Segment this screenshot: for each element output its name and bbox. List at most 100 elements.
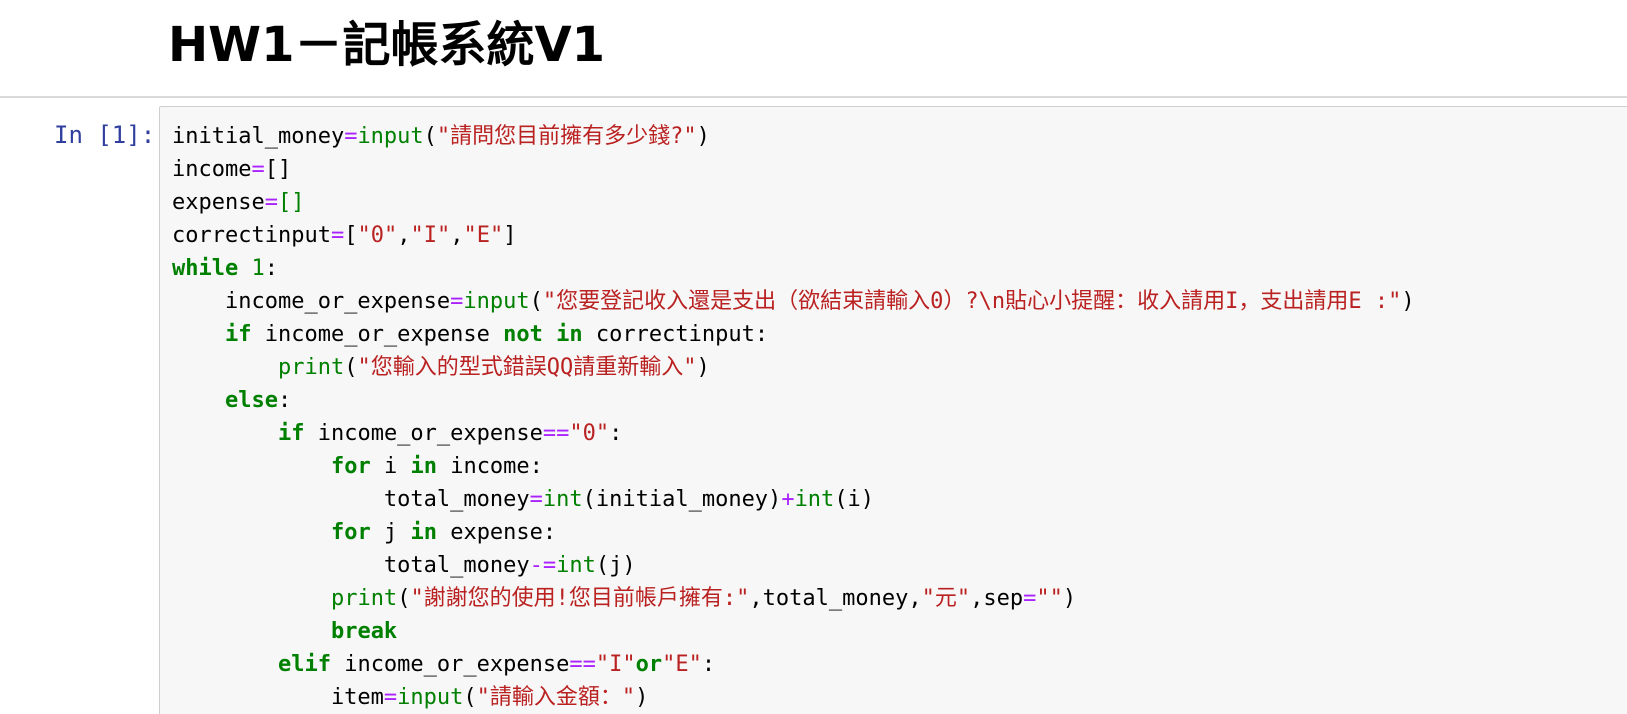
- code-text: (i): [834, 487, 875, 512]
- code-builtin: print: [277, 355, 345, 380]
- code-operator: =: [344, 124, 358, 149]
- code-bracket: []: [277, 190, 305, 215]
- code-text: income_or_expense: [251, 322, 504, 347]
- code-string: "I": [410, 223, 451, 248]
- code-text: correctinput:: [582, 322, 769, 347]
- code-line: income_or_expense=input("您要登記收入還是支出（欲結束請…: [172, 285, 1415, 318]
- code-line: for i in income:: [172, 450, 1415, 483]
- code-builtin: print: [330, 586, 398, 611]
- code-builtin: input: [397, 685, 464, 710]
- code-line: break: [172, 615, 1415, 648]
- code-text: (j): [595, 553, 636, 578]
- code-text: ): [635, 685, 649, 710]
- code-keyword: in: [410, 454, 437, 479]
- code-text: (initial_money): [582, 487, 782, 512]
- code-number: 1: [251, 256, 265, 281]
- code-string: "I": [595, 652, 636, 677]
- code-text: i: [370, 454, 411, 479]
- code-string: "請輸入金額：": [476, 685, 636, 710]
- code-operator: ==: [542, 421, 570, 446]
- code-text: item: [172, 685, 384, 710]
- code-line: item=input("請輸入金額："): [172, 681, 1415, 714]
- code-keyword: else: [224, 388, 278, 413]
- cell-prompt: In [1]:: [54, 121, 156, 149]
- code-text: ): [696, 124, 710, 149]
- code-line: for j in expense:: [172, 516, 1415, 549]
- code-operator: =: [529, 487, 543, 512]
- code-operator: -=: [529, 553, 557, 578]
- code-text: (: [463, 685, 477, 710]
- code-operator: ==: [569, 652, 596, 677]
- code-builtin: input: [357, 124, 424, 149]
- code-builtin: int: [542, 487, 583, 512]
- code-text: income_or_expense: [304, 421, 543, 446]
- code-operator: =: [251, 157, 265, 182]
- code-operator: =: [383, 685, 398, 710]
- code-text: (: [529, 289, 543, 314]
- code-keyword: elif: [277, 652, 331, 677]
- code-text: ): [1401, 289, 1415, 314]
- code-text: ]: [503, 223, 517, 248]
- code-text: expense:: [436, 520, 557, 545]
- code-operator: =: [450, 289, 464, 314]
- code-line: if income_or_expense not in correctinput…: [172, 318, 1415, 351]
- code-keyword: for: [330, 520, 371, 545]
- code-keyword: or: [635, 652, 663, 677]
- code-string: "0": [569, 421, 610, 446]
- code-keyword: while: [172, 256, 239, 281]
- code-keyword: in: [410, 520, 437, 545]
- code-keyword: break: [330, 619, 398, 644]
- code-string: "0": [357, 223, 398, 248]
- code-text: [: [344, 223, 358, 248]
- code-line: total_money-=int(j): [172, 549, 1415, 582]
- code-string: "E": [463, 223, 504, 248]
- code-block: initial_money=input("請問您目前擁有多少錢?") income…: [172, 120, 1415, 714]
- code-line: print("謝謝您的使用!您目前帳戶擁有:",total_money,"元",…: [172, 582, 1415, 615]
- code-operator: =: [1023, 586, 1037, 611]
- code-builtin: input: [463, 289, 530, 314]
- code-line: print("您輸入的型式錯誤QQ請重新輸入"): [172, 351, 1415, 384]
- code-operator: +: [781, 487, 795, 512]
- code-line: correctinput=["0","I","E"]: [172, 219, 1415, 252]
- code-text: ,total_money,: [749, 586, 922, 611]
- code-text: correctinput: [172, 223, 331, 248]
- notebook-title: HW1－記帳系統V1: [168, 17, 606, 73]
- code-string: "請問您目前擁有多少錢?": [436, 124, 697, 149]
- code-text: initial_money: [172, 124, 345, 149]
- code-text: (: [423, 124, 437, 149]
- code-text: :: [609, 421, 623, 446]
- code-text: (: [344, 355, 358, 380]
- code-text: income_or_expense: [172, 289, 451, 314]
- code-line: income=[]: [172, 153, 1415, 186]
- code-string: "謝謝您的使用!您目前帳戶擁有:": [410, 586, 750, 611]
- code-editor[interactable]: initial_money=input("請問您目前擁有多少錢?") income…: [159, 106, 1627, 714]
- code-string: "您輸入的型式錯誤QQ請重新輸入": [357, 355, 697, 380]
- code-text: ): [1062, 586, 1077, 611]
- code-string: "元": [921, 586, 971, 611]
- code-line: else:: [172, 384, 1415, 417]
- code-operator: =: [264, 190, 278, 215]
- code-text: ,: [450, 223, 464, 248]
- code-line: if income_or_expense=="0":: [172, 417, 1415, 450]
- code-text: income_or_expense: [330, 652, 570, 677]
- code-string: "您要登記收入還是支出（欲結束請輸入0）?\n貼心小提醒：收入請用I，支出請用E…: [542, 289, 1402, 314]
- code-text: expense: [172, 190, 265, 215]
- code-text: j: [370, 520, 411, 545]
- code-line: total_money=int(initial_money)+int(i): [172, 483, 1415, 516]
- markdown-cell[interactable]: HW1－記帳系統V1: [0, 0, 1627, 98]
- code-text: income:: [436, 454, 543, 479]
- code-builtin: int: [556, 553, 596, 578]
- code-string: "": [1036, 586, 1063, 611]
- code-text: income: [172, 157, 252, 182]
